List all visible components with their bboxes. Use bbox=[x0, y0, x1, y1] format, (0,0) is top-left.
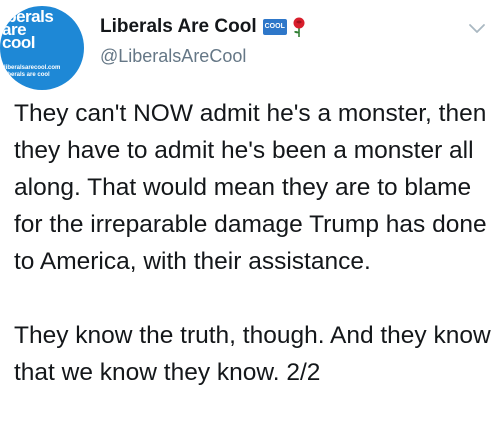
avatar-logo-small-line: liberalsarecool.com bbox=[4, 65, 61, 71]
tweet-text: They can't NOW admit he's a monster, the… bbox=[14, 95, 494, 391]
avatar-logo-text: iberals are cool bbox=[2, 8, 54, 52]
tweet-paragraph: They know the truth, though. And they kn… bbox=[14, 322, 491, 386]
tweet-paragraph: They can't NOW admit he's a monster, the… bbox=[14, 100, 487, 275]
tweet-header: Liberals Are Cool COOL @LiberalsAreCool bbox=[100, 14, 470, 67]
handle[interactable]: @LiberalsAreCool bbox=[100, 46, 470, 67]
chevron-down-icon[interactable] bbox=[468, 22, 486, 36]
avatar[interactable]: iberals are cool liberalsarecool.com lib… bbox=[0, 6, 84, 90]
avatar-logo-small-line: liberals are cool bbox=[4, 72, 50, 78]
name-row: Liberals Are Cool COOL bbox=[100, 14, 470, 40]
display-name[interactable]: Liberals Are Cool bbox=[100, 16, 257, 38]
rose-icon bbox=[293, 17, 305, 37]
tweet-card: iberals are cool liberalsarecool.com lib… bbox=[0, 0, 500, 422]
cool-badge-icon: COOL bbox=[262, 19, 287, 35]
avatar-logo-url: liberalsarecool.com liberals are cool bbox=[4, 65, 60, 79]
avatar-logo-line: cool bbox=[2, 33, 35, 52]
